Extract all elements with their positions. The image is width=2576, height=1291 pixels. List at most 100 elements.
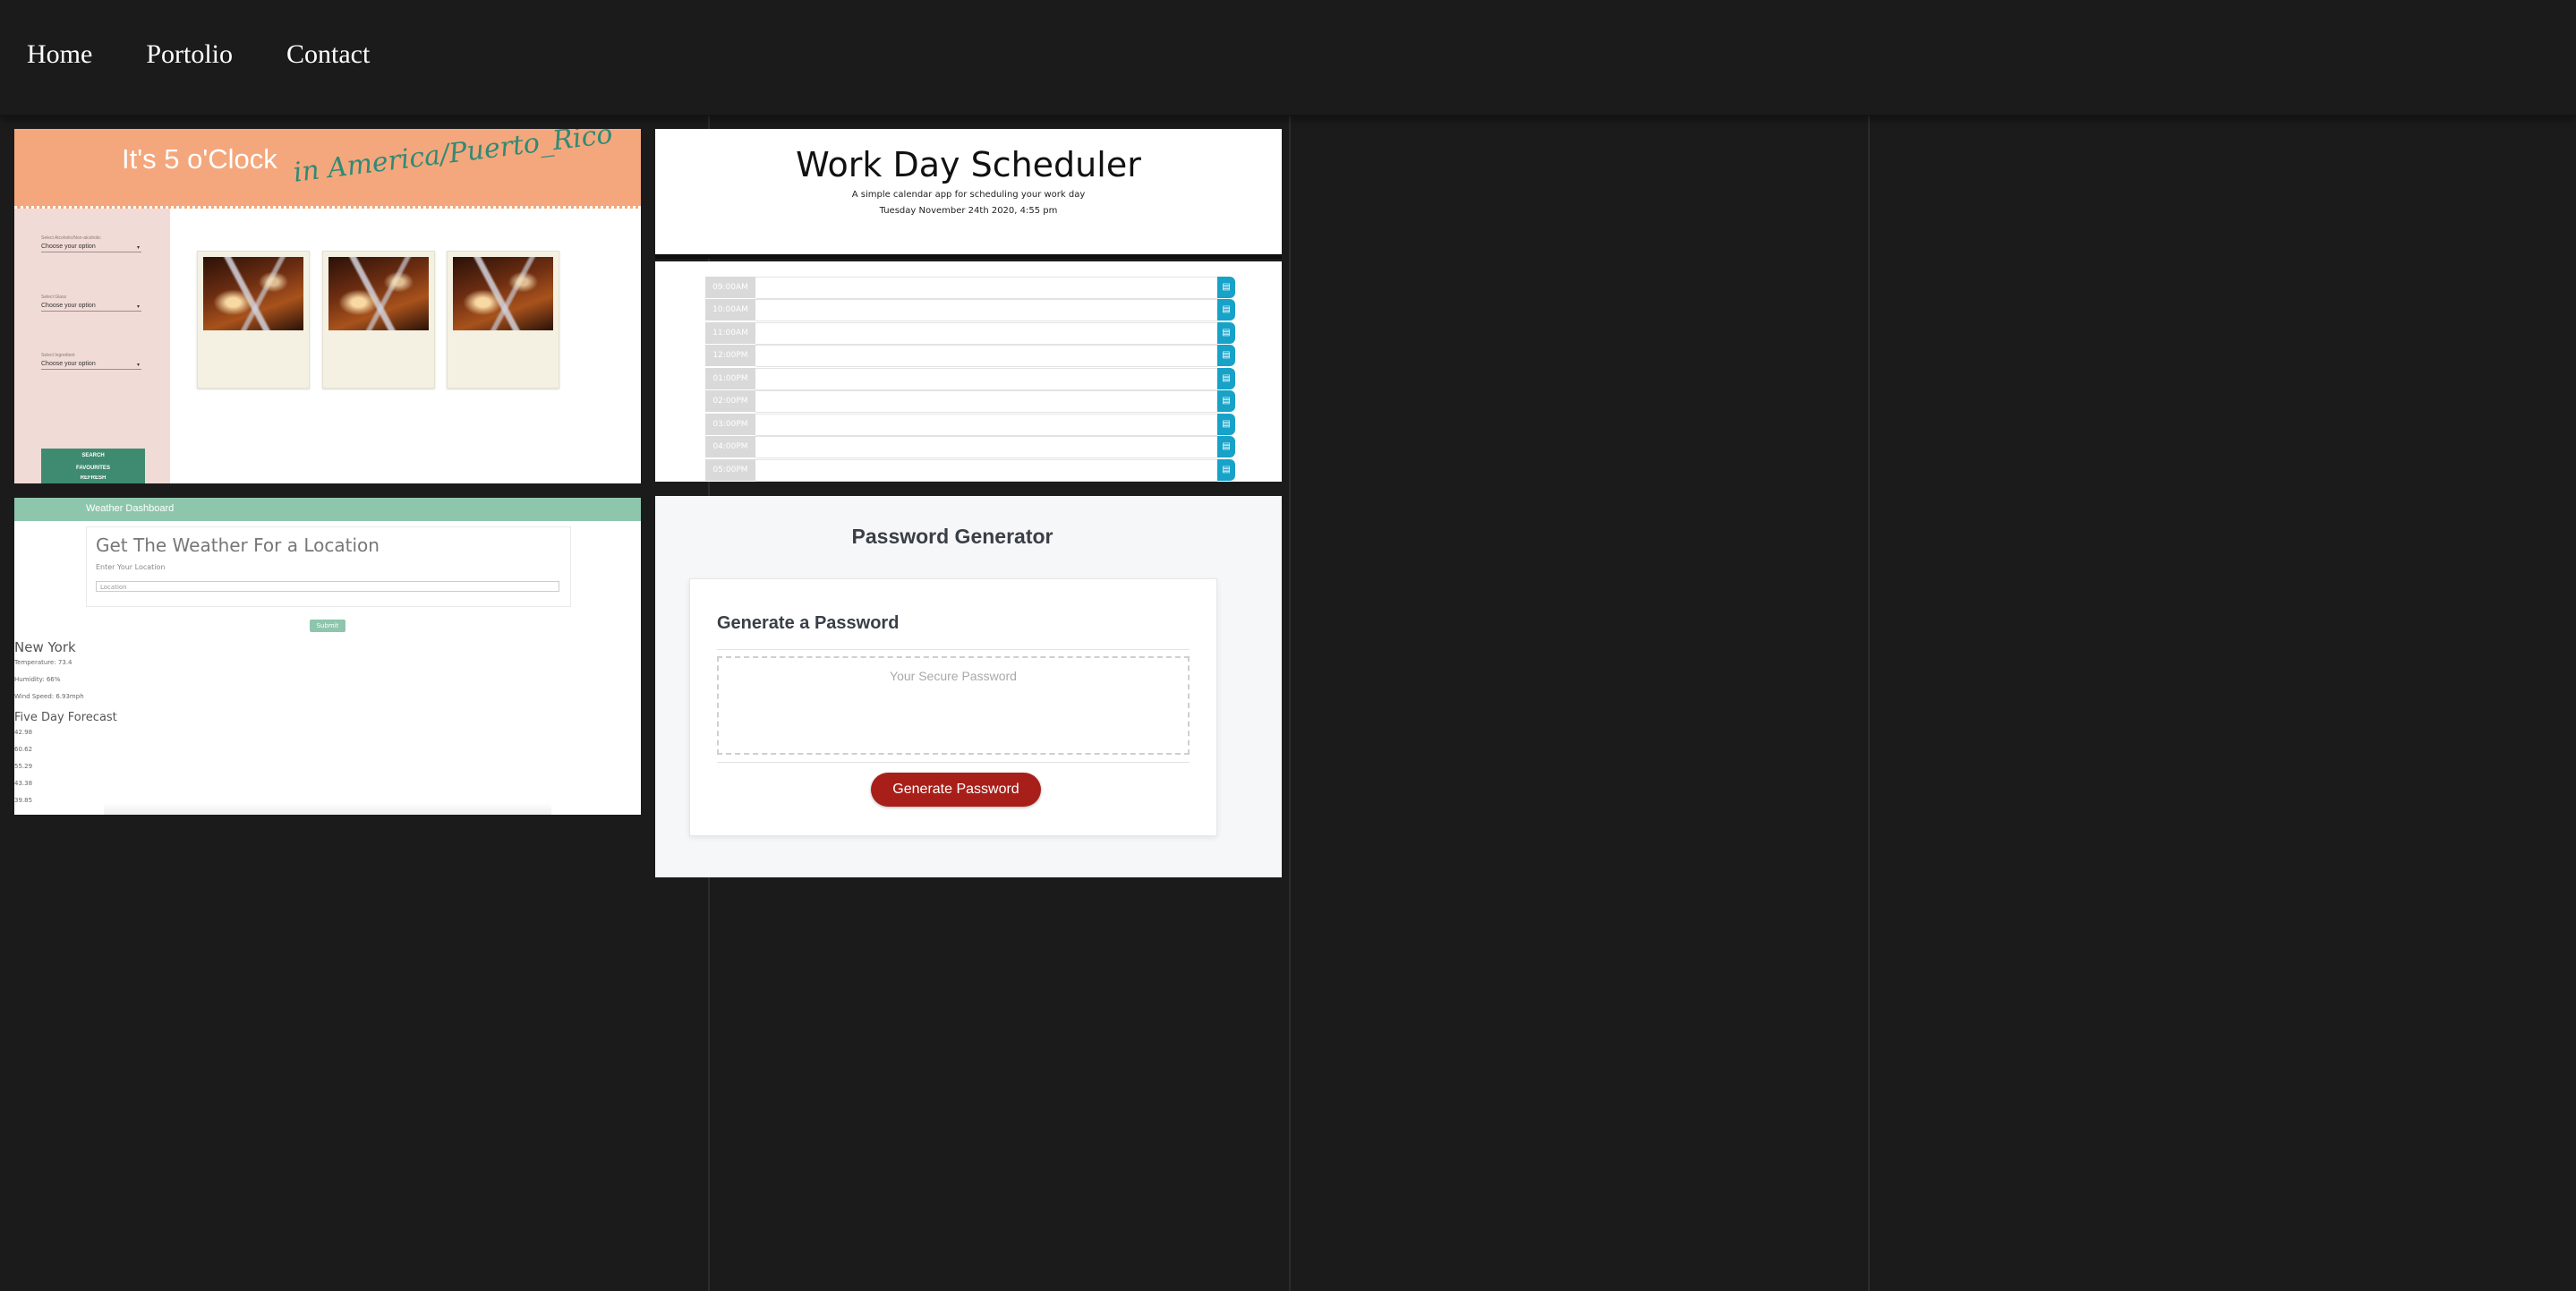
- caret-down-icon: ▾: [136, 363, 140, 368]
- save-icon: ▤: [1217, 414, 1235, 435]
- nav-home-link[interactable]: Home: [27, 39, 92, 70]
- location-input: Location: [96, 581, 559, 592]
- scheduler-title: Work Day Scheduler: [796, 145, 1141, 184]
- weather-stat: Temperature: 73.4: [14, 659, 73, 666]
- weather-stat: Humidity: 66%: [14, 676, 61, 683]
- hour-entry: [755, 322, 1217, 345]
- hour-row: 05:00PM ▤: [705, 459, 1235, 482]
- save-icon: ▤: [1217, 368, 1235, 389]
- city-name: New York: [14, 639, 76, 655]
- project-card-scheduler[interactable]: Work Day Scheduler A simple calendar app…: [655, 129, 1282, 259]
- hour-entry: [755, 345, 1217, 367]
- divider: [717, 762, 1190, 763]
- hour-label: 05:00PM: [705, 459, 755, 481]
- save-icon: ▤: [1217, 390, 1235, 412]
- main-nav: Home Portolio Contact: [27, 39, 423, 70]
- select-label: Select Glass: [41, 295, 67, 300]
- save-icon: ▤: [1217, 322, 1235, 344]
- password-card: Generate a Password Your Secure Password…: [689, 578, 1217, 836]
- nav-contact-link[interactable]: Contact: [286, 39, 370, 70]
- location-label: Enter Your Location: [96, 563, 166, 571]
- divider: [717, 649, 1190, 650]
- caret-down-icon: ▾: [136, 245, 140, 251]
- hour-label: 04:00PM: [705, 436, 755, 457]
- drink-card: [322, 251, 435, 389]
- ingredient-select: Select Ingredient Choose your option ▾: [41, 353, 141, 370]
- password-placeholder: Your Secure Password: [890, 669, 1017, 683]
- drink-card: [197, 251, 310, 389]
- hour-row: 11:00AM ▤: [705, 322, 1235, 345]
- drink-photo: [328, 257, 429, 330]
- column-gridline: [1289, 0, 1291, 1291]
- hour-row: 09:00AM ▤: [705, 277, 1235, 299]
- project-card-five-oclock[interactable]: It's 5 o'Clock in America/Puerto_Rico Se…: [14, 129, 641, 483]
- hour-row: 04:00PM ▤: [705, 436, 1235, 458]
- drink-card: [447, 251, 559, 389]
- project-card-password-generator[interactable]: Password Generator Generate a Password Y…: [655, 496, 1282, 877]
- glass-select: Select Glass Choose your option ▾: [41, 295, 141, 312]
- hour-label: 03:00PM: [705, 414, 755, 435]
- alcoholic-select: Select Alcoholic/Non-alcoholic Choose yo…: [41, 235, 141, 252]
- hour-label: 11:00AM: [705, 322, 755, 344]
- forecast-title: Five Day Forecast: [14, 711, 117, 724]
- hour-entry: [755, 414, 1217, 436]
- hour-label: 01:00PM: [705, 368, 755, 389]
- save-icon: ▤: [1217, 345, 1235, 366]
- forecast-temp: 43.38: [14, 780, 33, 787]
- weather-stat: Wind Speed: 6.93mph: [14, 693, 84, 700]
- weather-heading: Get The Weather For a Location: [96, 534, 380, 556]
- hour-entry: [755, 299, 1217, 321]
- five-oclock-title: It's 5 o'Clock: [122, 143, 277, 175]
- hour-entry: [755, 390, 1217, 413]
- forecast-temp: 55.29: [14, 763, 33, 770]
- forecast-temp: 42.98: [14, 729, 33, 736]
- top-navbar: Home Portolio Contact: [0, 0, 2576, 116]
- save-icon: ▤: [1217, 277, 1235, 298]
- scheduler-hour-list[interactable]: 09:00AM ▤ 10:00AM ▤ 11:00AM ▤ 12:00PM ▤ 01:0…: [655, 261, 1282, 482]
- drink-photo: [203, 257, 303, 330]
- save-icon: ▤: [1217, 436, 1235, 457]
- select-value: Choose your option ▾: [41, 244, 141, 252]
- select-value: Choose your option ▾: [41, 303, 141, 312]
- password-page-title: Password Generator: [851, 525, 1053, 548]
- weather-navbar: Weather Dashboard: [14, 498, 641, 521]
- select-label: Select Alcoholic/Non-alcoholic: [41, 235, 101, 241]
- forecast-card-shadow: [104, 802, 551, 815]
- hour-entry: [755, 277, 1217, 299]
- five-oclock-header: It's 5 o'Clock in America/Puerto_Rico: [14, 129, 641, 209]
- select-value-text: Choose your option: [41, 303, 96, 309]
- hour-entry: [755, 436, 1217, 458]
- project-card-weather[interactable]: Weather Dashboard Get The Weather For a …: [14, 498, 641, 815]
- nav-portfolio-link[interactable]: Portolio: [146, 39, 233, 70]
- forecast-temp: 60.62: [14, 746, 33, 753]
- password-card-title: Generate a Password: [717, 613, 900, 633]
- hour-row: 10:00AM ▤: [705, 299, 1235, 321]
- hour-row: 02:00PM ▤: [705, 390, 1235, 413]
- save-icon: ▤: [1217, 459, 1235, 481]
- generate-password-button: Generate Password: [871, 773, 1041, 807]
- five-oclock-sidebar: Select Alcoholic/Non-alcoholic Choose yo…: [14, 209, 170, 483]
- scheduler-subtitle: A simple calendar app for scheduling you…: [851, 190, 1086, 200]
- save-icon: ▤: [1217, 299, 1235, 321]
- five-oclock-timezone: in America/Puerto_Rico: [291, 129, 615, 189]
- hour-label: 09:00AM: [705, 277, 755, 298]
- hour-row: 01:00PM ▤: [705, 368, 1235, 390]
- select-value-text: Choose your option: [41, 244, 96, 250]
- select-value-text: Choose your option: [41, 361, 96, 367]
- select-label: Select Ingredient: [41, 353, 75, 358]
- weather-brand: Weather Dashboard: [86, 503, 175, 514]
- hour-label: 02:00PM: [705, 390, 755, 412]
- caret-down-icon: ▾: [136, 304, 140, 310]
- select-value: Choose your option ▾: [41, 361, 141, 370]
- drink-photo: [453, 257, 553, 330]
- hour-row: 03:00PM ▤: [705, 414, 1235, 436]
- hour-entry: [755, 368, 1217, 390]
- hour-row: 12:00PM ▤: [705, 345, 1235, 367]
- column-gridline: [1868, 0, 1870, 1291]
- favourites-button: FAVOURITES: [41, 461, 145, 475]
- hour-entry: [755, 459, 1217, 482]
- hour-label: 10:00AM: [705, 299, 755, 321]
- scheduler-date: Tuesday November 24th 2020, 4:55 pm: [879, 206, 1058, 216]
- weather-search-box: Get The Weather For a Location Enter You…: [86, 526, 571, 607]
- password-output: Your Secure Password: [717, 656, 1190, 755]
